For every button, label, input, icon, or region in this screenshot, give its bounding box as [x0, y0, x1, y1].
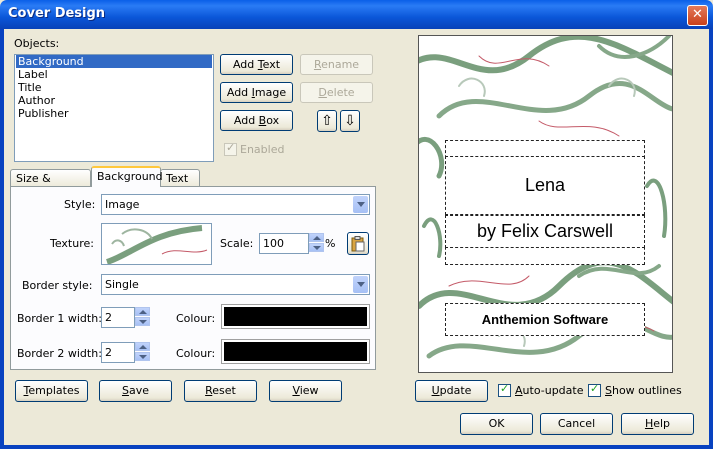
spin-down-icon[interactable]	[135, 317, 150, 326]
border2-width-input[interactable]: 2	[101, 342, 135, 363]
preview-author: by Felix Carswell	[445, 215, 645, 248]
ok-button[interactable]: OK	[460, 413, 533, 435]
clipboard-icon	[351, 236, 365, 252]
show-outlines-checkbox[interactable]: ✓	[588, 382, 601, 397]
border2-width-label: Border 2 width:	[17, 347, 102, 360]
paste-texture-button[interactable]	[347, 232, 369, 255]
delete-button[interactable]: Delete	[300, 82, 373, 103]
texture-thumbnail[interactable]	[101, 223, 212, 265]
title-bar: Cover Design ✕	[0, 0, 713, 29]
check-icon: ✓	[226, 141, 236, 154]
texture-pattern-image	[106, 225, 208, 264]
scale-stepper[interactable]	[309, 233, 324, 253]
cancel-button[interactable]: Cancel	[540, 413, 613, 435]
add-text-button[interactable]: Add Text	[220, 54, 293, 75]
auto-update-label: Auto-update	[515, 384, 584, 397]
window-frame-right	[709, 29, 713, 449]
scale-label: Scale:	[220, 237, 254, 250]
style-select[interactable]: Image	[101, 194, 370, 215]
move-down-button[interactable]: ⇩	[340, 110, 360, 132]
check-icon: ✓	[590, 382, 600, 395]
list-item-title[interactable]: Title	[16, 81, 212, 94]
preview-title: Lena	[445, 156, 645, 215]
colour1-label: Colour:	[176, 312, 216, 325]
spin-down-icon[interactable]	[135, 352, 150, 361]
tab-text[interactable]: Text	[160, 169, 200, 187]
enabled-checkbox[interactable]: ✓	[224, 141, 237, 156]
border1-width-stepper[interactable]	[135, 307, 150, 327]
scale-unit: %	[325, 237, 336, 250]
list-item-background[interactable]: Background	[16, 55, 212, 68]
tab-background[interactable]: Background	[91, 166, 163, 187]
close-button[interactable]: ✕	[687, 5, 708, 26]
list-item-label[interactable]: Label	[16, 68, 212, 81]
colour2-swatch[interactable]	[221, 339, 370, 364]
spin-down-icon[interactable]	[309, 243, 324, 252]
texture-label: Texture:	[50, 237, 94, 250]
help-button[interactable]: Help	[621, 413, 694, 435]
view-button[interactable]: View	[269, 380, 342, 402]
style-label: Style:	[64, 198, 96, 211]
chevron-down-icon	[353, 196, 368, 213]
border-style-label: Border style:	[22, 279, 93, 292]
add-box-button[interactable]: Add Box	[220, 110, 293, 131]
add-image-button[interactable]: Add Image	[220, 82, 293, 103]
colour1-swatch[interactable]	[221, 304, 370, 329]
spin-up-icon[interactable]	[135, 307, 150, 316]
rename-button[interactable]: Rename	[300, 54, 373, 75]
move-up-button[interactable]: ⇧	[317, 110, 337, 132]
auto-update-checkbox[interactable]: ✓	[498, 382, 511, 397]
spin-up-icon[interactable]	[309, 233, 324, 242]
list-item-publisher[interactable]: Publisher	[16, 107, 212, 120]
border1-width-label: Border 1 width:	[17, 312, 102, 325]
objects-label: Objects:	[14, 37, 60, 50]
check-icon: ✓	[500, 382, 510, 395]
enabled-label: Enabled	[240, 143, 285, 156]
scale-input[interactable]: 100	[259, 233, 309, 254]
window-frame-left	[0, 29, 4, 449]
list-item-author[interactable]: Author	[16, 94, 212, 107]
tab-size-position[interactable]: Size & Position	[10, 169, 91, 202]
window-title: Cover Design	[8, 6, 106, 21]
update-button[interactable]: Update	[415, 380, 488, 402]
spin-up-icon[interactable]	[135, 342, 150, 351]
arrow-up-icon: ⇧	[321, 113, 333, 129]
reset-button[interactable]: Reset	[184, 380, 257, 402]
preview-publisher: Anthemion Software	[445, 303, 645, 336]
border2-width-stepper[interactable]	[135, 342, 150, 362]
arrow-down-icon: ⇩	[344, 113, 356, 129]
save-button[interactable]: Save	[99, 380, 172, 402]
window-frame-bottom	[0, 445, 713, 449]
show-outlines-label: Show outlines	[605, 384, 682, 397]
objects-list[interactable]: Background Label Title Author Publisher	[14, 54, 214, 162]
templates-button[interactable]: Templates	[15, 380, 88, 402]
chevron-down-icon	[353, 276, 368, 293]
border1-width-input[interactable]: 2	[101, 307, 135, 328]
cover-preview: Lena by Felix Carswell Anthemion Softwar…	[418, 35, 673, 373]
border-style-select[interactable]: Single	[101, 274, 370, 295]
colour2-label: Colour:	[176, 347, 216, 360]
